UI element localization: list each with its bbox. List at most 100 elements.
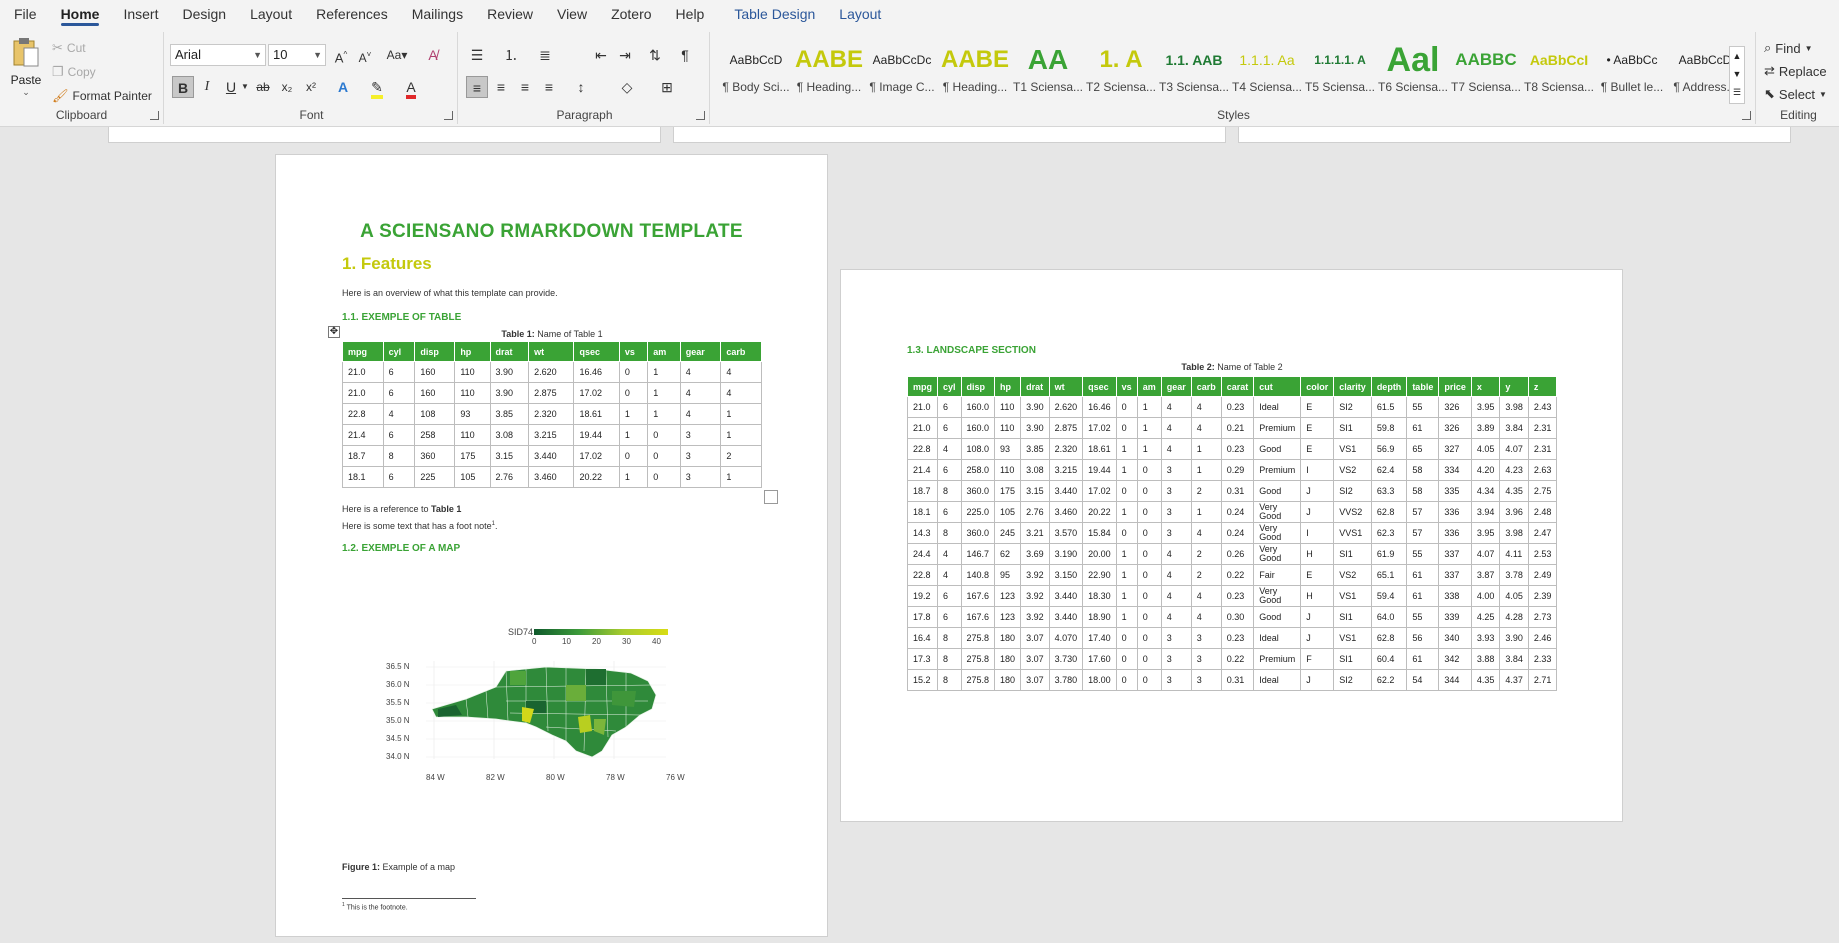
table-cell[interactable]: 15.2 — [907, 669, 938, 691]
table-cell[interactable]: 4 — [1160, 396, 1192, 418]
table-cell[interactable]: 3.780 — [1048, 669, 1084, 691]
table-cell[interactable]: 56.9 — [1370, 438, 1408, 460]
table-cell[interactable]: 3 — [1160, 459, 1192, 481]
table-cell[interactable]: 2.76 — [1020, 501, 1050, 523]
table-cell[interactable]: 3.08 — [489, 424, 530, 446]
column-header[interactable]: y — [1499, 376, 1529, 397]
table-cell[interactable]: 1 — [1136, 417, 1162, 439]
table-cell[interactable]: 55 — [1406, 396, 1440, 418]
table-cell[interactable]: 3.98 — [1499, 396, 1529, 418]
table-cell[interactable]: 0 — [618, 445, 649, 467]
table-cell[interactable]: 3 — [1160, 522, 1192, 544]
table-cell[interactable]: 3.440 — [1048, 585, 1084, 607]
format-painter-button[interactable]: 🖌 Format Painter — [52, 88, 152, 104]
table-cell[interactable]: H — [1300, 585, 1335, 607]
table-cell[interactable]: 2.73 — [1527, 606, 1558, 628]
table-cell[interactable]: 0 — [618, 382, 649, 404]
paste-chevron-icon[interactable]: ⌄ — [6, 87, 46, 98]
table-cell[interactable]: 62.8 — [1370, 627, 1408, 649]
column-header[interactable]: hp — [454, 341, 491, 362]
table-cell[interactable]: Fair — [1253, 564, 1302, 586]
table-cell[interactable]: 20.00 — [1082, 543, 1117, 565]
table-cell[interactable]: 360.0 — [960, 522, 996, 544]
table-cell[interactable]: 337 — [1438, 543, 1472, 565]
table-cell[interactable]: 1 — [647, 361, 681, 383]
table-cell[interactable]: 1 — [1115, 606, 1138, 628]
table-cell[interactable]: 0.22 — [1220, 648, 1255, 670]
table-cell[interactable]: 0 — [1115, 480, 1138, 502]
table-cell[interactable]: 21.0 — [342, 361, 384, 383]
table-cell[interactable]: 4 — [1160, 417, 1192, 439]
table-cell[interactable]: 326 — [1438, 396, 1472, 418]
table-cell[interactable]: 2.71 — [1527, 669, 1558, 691]
table-cell[interactable]: 0 — [1115, 669, 1138, 691]
table-cell[interactable]: 24.4 — [907, 543, 938, 565]
table-cell[interactable]: 2.31 — [1527, 417, 1558, 439]
column-header[interactable]: gear — [679, 341, 722, 362]
table-cell[interactable]: 180 — [994, 669, 1022, 691]
table-cell[interactable]: 62.3 — [1370, 522, 1408, 544]
table-cell[interactable]: 4 — [1190, 606, 1222, 628]
tab-mailings[interactable]: Mailings — [400, 0, 475, 28]
style-7[interactable]: 1.1. AAB T3 Sciensa... — [1158, 40, 1230, 104]
column-header[interactable]: depth — [1370, 376, 1408, 397]
table-cell[interactable]: 0 — [1136, 501, 1162, 523]
table-cell[interactable]: 14.3 — [907, 522, 938, 544]
table-cell[interactable]: 62.4 — [1370, 459, 1408, 481]
column-header[interactable]: drat — [489, 341, 530, 362]
table-cell[interactable]: 4.00 — [1470, 585, 1501, 607]
table-cell[interactable]: 4 — [1160, 438, 1192, 460]
column-header[interactable]: carb — [720, 341, 762, 362]
table-cell[interactable]: 61.9 — [1370, 543, 1408, 565]
table-cell[interactable]: 6 — [937, 396, 962, 418]
underline-button[interactable]: U — [220, 76, 242, 98]
style-3[interactable]: AaBbCcDc ¶ Image C... — [866, 40, 938, 104]
table-cell[interactable]: Premium — [1253, 417, 1302, 439]
table-cell[interactable]: 3.730 — [1048, 648, 1084, 670]
table-cell[interactable]: 1 — [720, 403, 762, 425]
table-cell[interactable]: 18.1 — [907, 501, 938, 523]
table-cell[interactable]: 1 — [618, 424, 649, 446]
table-cell[interactable]: 4 — [1190, 396, 1222, 418]
table-cell[interactable]: 275.8 — [960, 627, 996, 649]
table-cell[interactable]: 6 — [937, 501, 962, 523]
table-cell[interactable]: 59.4 — [1370, 585, 1408, 607]
table-cell[interactable]: 2.620 — [1048, 396, 1084, 418]
table-cell[interactable]: 110 — [454, 382, 491, 404]
table-cell[interactable]: 2.76 — [489, 466, 530, 488]
table-cell[interactable]: Ideal — [1253, 669, 1302, 691]
tab-table-design[interactable]: Table Design — [722, 0, 827, 28]
table-cell[interactable]: H — [1300, 543, 1335, 565]
column-header[interactable]: qsec — [1082, 376, 1117, 397]
shrink-font-button[interactable]: A˅ — [354, 44, 376, 66]
table-cell[interactable]: 0 — [1115, 627, 1138, 649]
table-cell[interactable]: 2 — [1190, 480, 1222, 502]
table-cell[interactable]: Very Good — [1253, 543, 1302, 565]
borders-icon[interactable]: ⊞ — [656, 76, 678, 98]
table-cell[interactable]: 0.31 — [1220, 669, 1255, 691]
table-cell[interactable]: 3.570 — [1048, 522, 1084, 544]
table-cell[interactable]: 1 — [1136, 438, 1162, 460]
table-cell[interactable]: 65.1 — [1370, 564, 1408, 586]
table-cell[interactable]: 342 — [1438, 648, 1472, 670]
table-cell[interactable]: Good — [1253, 606, 1302, 628]
table-cell[interactable]: 0 — [1136, 648, 1162, 670]
column-header[interactable]: clarity — [1333, 376, 1372, 397]
table-cell[interactable]: VS1 — [1333, 438, 1372, 460]
highlight-icon[interactable]: ✎ — [366, 76, 388, 99]
table-cell[interactable]: 4 — [1190, 522, 1222, 544]
table-cell[interactable]: 6 — [937, 585, 962, 607]
table-cell[interactable]: 2.46 — [1527, 627, 1558, 649]
table-cell[interactable]: 54 — [1406, 669, 1440, 691]
table-cell[interactable]: 4.07 — [1470, 543, 1501, 565]
tab-file[interactable]: File — [0, 0, 49, 28]
tab-design[interactable]: Design — [170, 0, 238, 28]
bold-button[interactable]: B — [172, 76, 194, 98]
table-cell[interactable]: J — [1300, 669, 1335, 691]
table-cell[interactable]: 6 — [382, 361, 416, 383]
table-1[interactable]: mpg cyl disp hp drat wt qsec vs am gear carb 21.0 6 1… — [342, 341, 762, 488]
table-cell[interactable]: 93 — [454, 403, 491, 425]
table-cell[interactable]: 110 — [454, 361, 491, 383]
table-cell[interactable]: 3.21 — [1020, 522, 1050, 544]
table-cell[interactable]: 3 — [1160, 501, 1192, 523]
